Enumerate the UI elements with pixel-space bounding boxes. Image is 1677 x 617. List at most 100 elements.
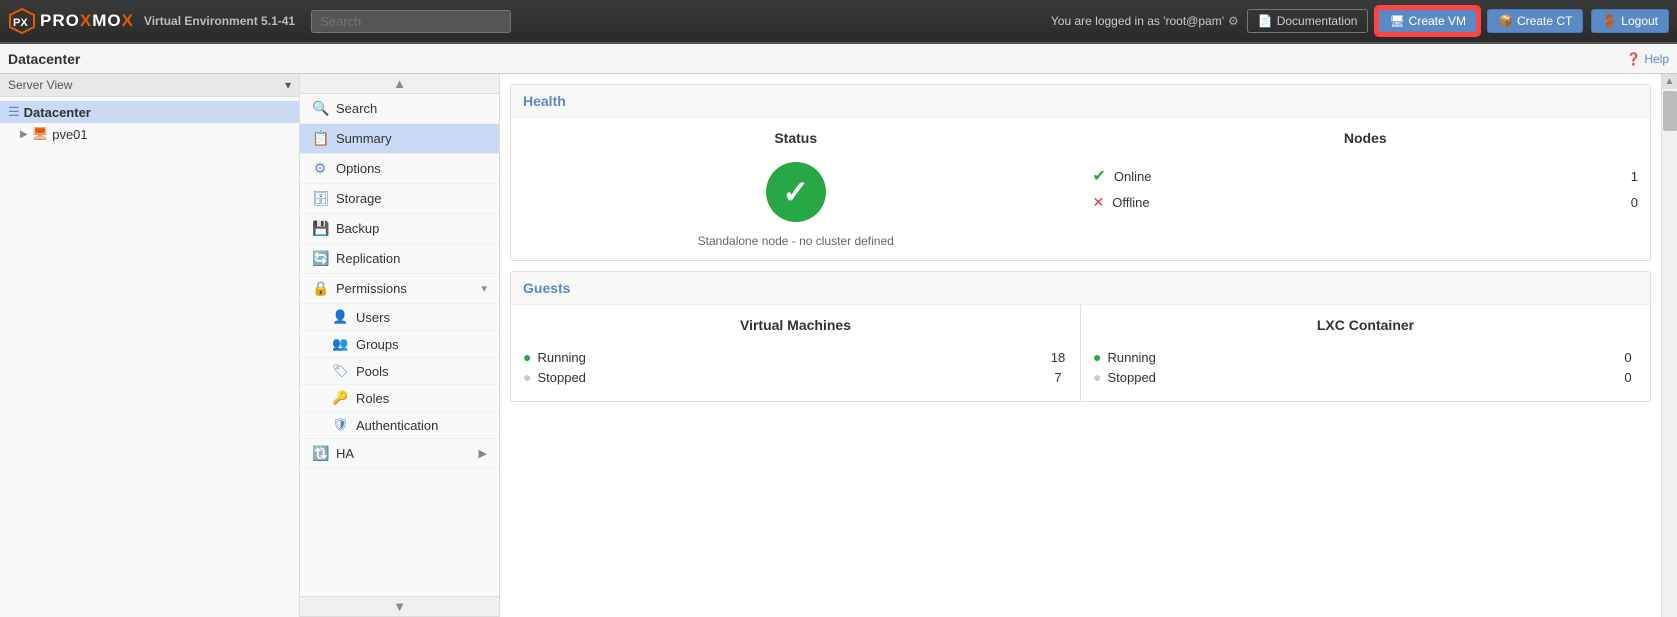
guests-section-title: Guests (511, 272, 1650, 305)
nav-item-ha[interactable]: 🔃 HA ▶ (300, 439, 499, 469)
create-vm-button[interactable]: 🖥 Create VM (1376, 7, 1479, 35)
nav-item-search[interactable]: 🔍 Search (300, 94, 499, 124)
vm-stopped-icon: ● (523, 369, 531, 385)
logout-button[interactable]: 🚪 Logout (1591, 9, 1669, 33)
arrow-icon: ▶ (20, 129, 28, 140)
datacenter-label: Datacenter (24, 105, 91, 120)
permissions-nav-icon: 🔒 (312, 280, 328, 297)
logo-icon: PX (8, 7, 36, 35)
create-ct-button[interactable]: 📦 Create CT (1487, 9, 1583, 33)
nav-item-groups[interactable]: 👥 Groups (300, 331, 499, 358)
users-nav-icon: 👤 (332, 309, 348, 325)
status-col-title: Status (774, 130, 817, 146)
nav-item-backup[interactable]: 💾 Backup (300, 214, 499, 244)
vm-stopped-row: ● Stopped 7 (523, 369, 1068, 385)
guests-section: Guests Virtual Machines ● Running 18 ● S… (510, 271, 1651, 402)
content-wrapper: Health Status ✓ Standalone node - no clu… (500, 74, 1677, 617)
nav-item-options[interactable]: ⚙ Options (300, 154, 499, 184)
sidebar-dropdown-icon[interactable]: ▾ (285, 78, 291, 92)
nav-item-replication[interactable]: 🔄 Replication (300, 244, 499, 274)
online-icon: ✔ (1093, 166, 1106, 186)
lxc-running-icon: ● (1093, 349, 1101, 365)
logo-version: Virtual Environment 5.1-41 (144, 14, 295, 28)
groups-nav-icon: 👥 (332, 336, 348, 352)
nav-summary-label: Summary (336, 131, 392, 146)
nav-item-permissions[interactable]: 🔒 Permissions ▾ (300, 274, 499, 304)
options-nav-icon: ⚙ (312, 160, 328, 177)
sidebar-view-label: Server View (8, 78, 72, 92)
vm-stopped-count: 7 (1048, 370, 1068, 385)
nav-item-authentication[interactable]: 🛡 Authentication (300, 412, 499, 439)
nav-options-label: Options (336, 161, 381, 176)
nav-authentication-label: Authentication (356, 418, 438, 433)
lxc-stopped-label: Stopped (1107, 370, 1155, 385)
storage-nav-icon: 🗄 (312, 190, 328, 207)
documentation-button[interactable]: 📄 Documentation (1247, 9, 1369, 33)
list-icon: ☰ (8, 104, 20, 120)
vm-running-row: ● Running 18 (523, 349, 1068, 365)
online-count: 1 (1618, 169, 1638, 184)
lxc-stopped-icon: ● (1093, 369, 1101, 385)
main-layout: Server View ▾ ☰ Datacenter ▶ 🖥 pve01 ▲ 🔍… (0, 74, 1677, 617)
health-section-title: Health (511, 85, 1650, 118)
online-row: ✔ Online 1 (1093, 166, 1639, 186)
nav-storage-label: Storage (336, 191, 382, 206)
create-vm-icon: 🖥 (1389, 14, 1404, 28)
replication-nav-icon: 🔄 (312, 250, 328, 267)
sidebar-item-datacenter[interactable]: ☰ Datacenter (0, 101, 299, 123)
node-icon: 🖥 (32, 126, 49, 142)
help-icon: ❓ (1626, 52, 1641, 66)
nav-users-label: Users (356, 310, 390, 325)
lxc-column: LXC Container ● Running 0 ● Stopped 0 (1081, 305, 1650, 401)
help-button[interactable]: ❓ Help (1626, 52, 1669, 66)
nav-scroll-down[interactable]: ▼ (300, 596, 499, 617)
scroll-thumb[interactable] (1663, 91, 1677, 131)
nav-item-summary[interactable]: 📋 Summary (300, 124, 499, 154)
pools-nav-icon: 🏷 (332, 363, 348, 379)
scroll-up-arrow[interactable]: ▲ (1662, 74, 1677, 89)
node-label: pve01 (52, 127, 87, 142)
nav-search-label: Search (336, 101, 377, 116)
ha-nav-icon: 🔃 (312, 445, 328, 462)
standalone-text: Standalone node - no cluster defined (698, 234, 894, 248)
nav-scroll-up[interactable]: ▲ (300, 74, 499, 94)
nav-backup-label: Backup (336, 221, 379, 236)
logo-text: PROXMOX (40, 11, 134, 31)
nav-item-storage[interactable]: 🗄 Storage (300, 184, 499, 214)
logout-icon: 🚪 (1602, 14, 1617, 28)
sidebar-item-pve01[interactable]: ▶ 🖥 pve01 (0, 123, 299, 145)
user-info: You are logged in as 'root@pam' ⚙ (1051, 14, 1239, 28)
nav-replication-label: Replication (336, 251, 400, 266)
nav-groups-label: Groups (356, 337, 399, 352)
content-scrollbar: ▲ (1661, 74, 1677, 617)
permissions-submenu-arrow: ▾ (481, 282, 487, 295)
vm-stopped-label: Stopped (537, 370, 585, 385)
nav-permissions-label: Permissions (336, 281, 407, 296)
vm-running-label: Running (537, 350, 585, 365)
svg-text:PX: PX (13, 17, 28, 29)
user-text: You are logged in as 'root@pam' (1051, 14, 1224, 28)
guests-grid: Virtual Machines ● Running 18 ● Stopped … (511, 305, 1650, 401)
nav-panel: ▲ 🔍 Search 📋 Summary ⚙ Options 🗄 Storage… (300, 74, 500, 617)
page-title: Datacenter (8, 51, 80, 67)
nav-item-roles[interactable]: 🔑 Roles (300, 385, 499, 412)
lxc-running-count: 0 (1618, 350, 1638, 365)
nodes-column: Nodes ✔ Online 1 ✕ Offline 0 (1081, 118, 1651, 260)
search-input[interactable] (311, 10, 511, 33)
vm-running-count: 18 (1048, 350, 1068, 365)
toolbar: Datacenter ❓ Help (0, 44, 1677, 74)
summary-nav-icon: 📋 (312, 130, 328, 147)
lxc-col-title: LXC Container (1093, 317, 1638, 333)
health-grid: Status ✓ Standalone node - no cluster de… (511, 118, 1650, 260)
content-area: Health Status ✓ Standalone node - no clu… (500, 74, 1661, 617)
gear-icon[interactable]: ⚙ (1228, 14, 1239, 28)
lxc-running-label: Running (1107, 350, 1155, 365)
nav-item-pools[interactable]: 🏷 Pools (300, 358, 499, 385)
nav-ha-label: HA (336, 446, 354, 461)
nav-item-users[interactable]: 👤 Users (300, 304, 499, 331)
header: PX PROXMOX Virtual Environment 5.1-41 Yo… (0, 0, 1677, 44)
roles-nav-icon: 🔑 (332, 390, 348, 406)
ha-submenu-arrow: ▶ (479, 447, 487, 460)
vm-running-icon: ● (523, 349, 531, 365)
sidebar: Server View ▾ ☰ Datacenter ▶ 🖥 pve01 (0, 74, 300, 617)
